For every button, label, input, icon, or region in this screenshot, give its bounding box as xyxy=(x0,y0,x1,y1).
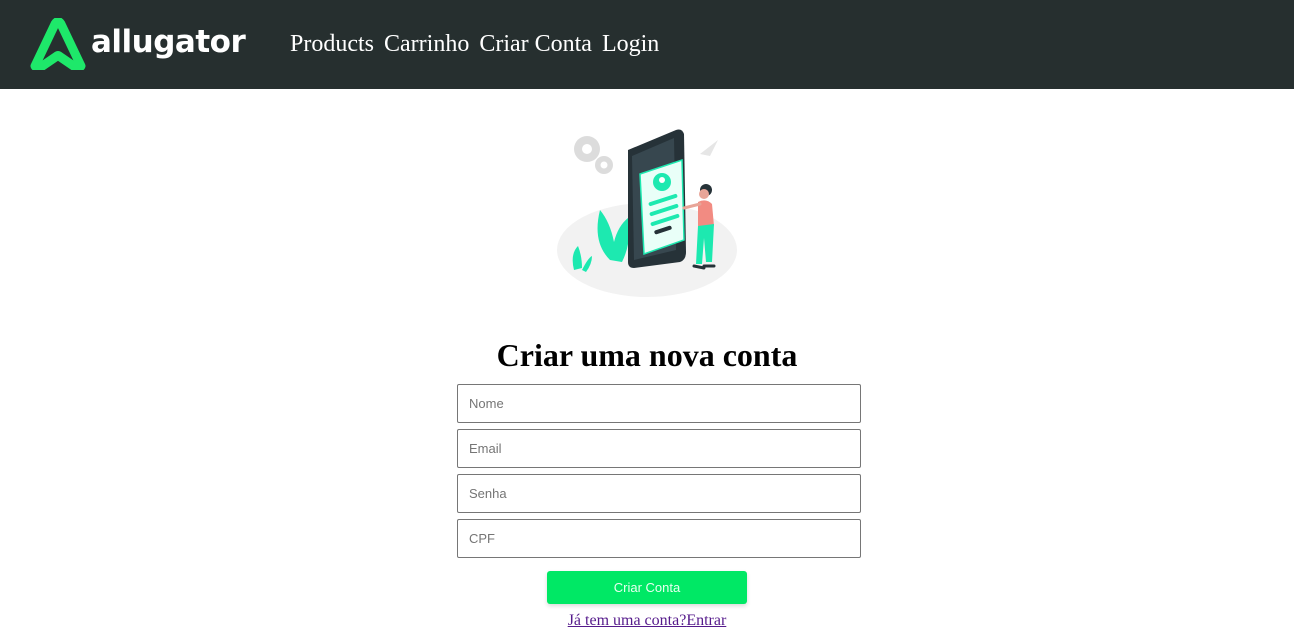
allugator-logo-icon xyxy=(30,18,86,70)
brand-logo[interactable]: allugator xyxy=(29,18,246,70)
nav-login[interactable]: Login xyxy=(602,30,659,58)
nav-products[interactable]: Products xyxy=(290,30,374,58)
main-nav: Products Carrinho Criar Conta Login xyxy=(290,30,659,58)
cpf-input[interactable] xyxy=(457,519,861,558)
email-input[interactable] xyxy=(457,429,861,468)
top-navbar: allugator Products Carrinho Criar Conta … xyxy=(0,0,1294,89)
senha-input[interactable] xyxy=(457,474,861,513)
nav-criar-conta[interactable]: Criar Conta xyxy=(479,30,592,58)
page-title: Criar uma nova conta xyxy=(496,337,798,373)
login-link-row: Já tem uma conta?Entrar xyxy=(0,612,1294,630)
login-link-label: Entrar xyxy=(686,612,727,629)
create-account-illustration xyxy=(552,122,742,307)
nav-carrinho[interactable]: Carrinho xyxy=(384,30,469,58)
criar-conta-button[interactable]: Criar Conta xyxy=(547,571,747,604)
nome-input[interactable] xyxy=(457,384,861,423)
login-prompt: Já tem uma conta? xyxy=(567,612,687,629)
login-link[interactable]: Já tem uma conta?Entrar xyxy=(568,612,727,629)
brand-name: allugator xyxy=(91,24,246,60)
